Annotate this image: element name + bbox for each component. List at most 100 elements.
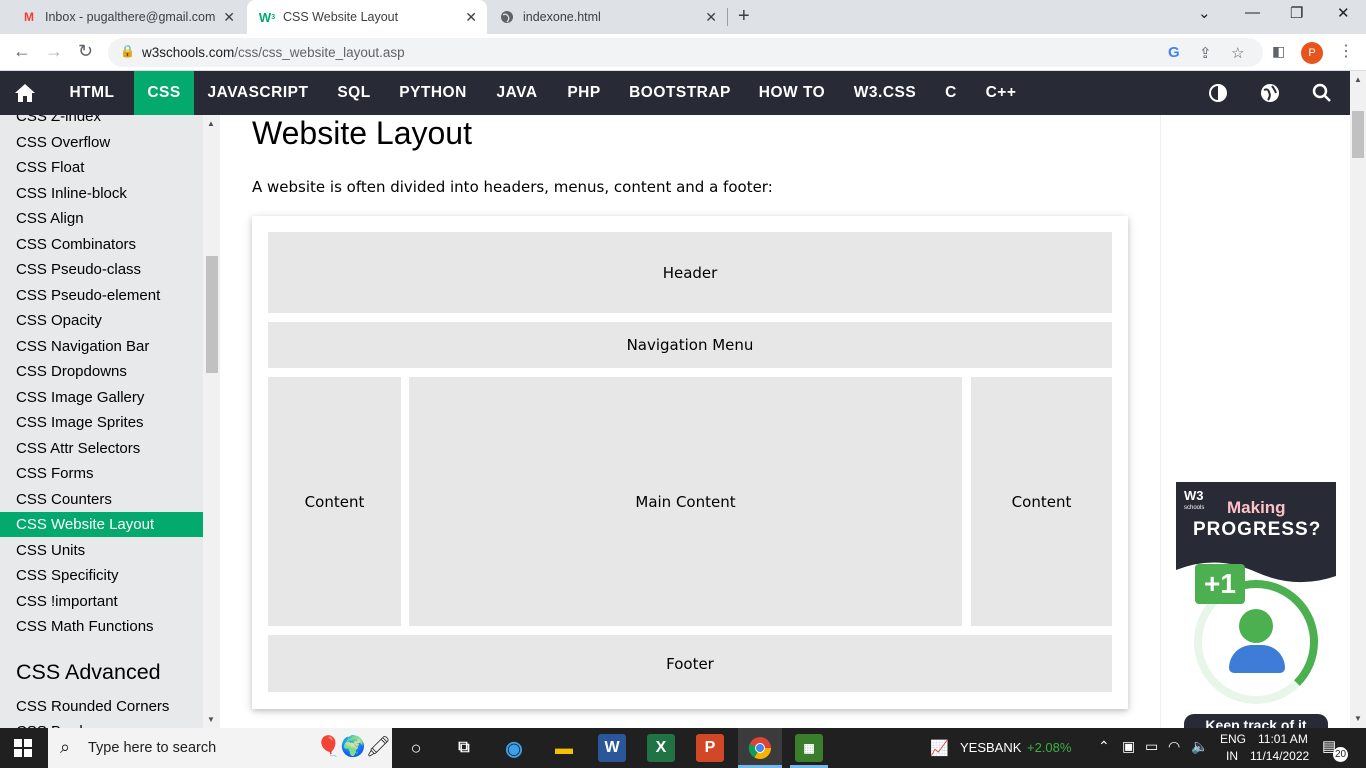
ad-cta[interactable]: Keep track of it [1184,714,1328,728]
minimize-icon[interactable]: — [1245,4,1260,21]
clock-date[interactable]: 11/14/2022 [1250,749,1309,763]
search-icon[interactable] [1312,83,1332,108]
sidebar-item-counters[interactable]: CSS Counters [0,487,203,512]
sidebar-item-align[interactable]: CSS Align [0,206,203,231]
dark-mode-icon[interactable] [1208,83,1228,108]
browser-toolbar: ← → ↻ 🔒 w3schools.com/css/css_website_la… [0,34,1366,71]
nav-c[interactable]: C [934,71,968,115]
sidebar-item-rounded-corners[interactable]: CSS Rounded Corners [0,694,203,719]
tab-title: Inbox - pugalthere@gmail.com - [45,10,217,24]
nav-w3css[interactable]: W3.CSS [842,71,928,115]
demo-footer: Footer [268,635,1112,692]
wifi-icon[interactable]: ◠ [1168,738,1180,755]
meet-now-icon[interactable]: ▣ [1122,738,1135,755]
sidebar-item-image-gallery[interactable]: CSS Image Gallery [0,385,203,410]
sidebar-item-inline-block[interactable]: CSS Inline-block [0,181,203,206]
chrome-icon[interactable] [746,734,774,762]
new-tab-plus-icon[interactable]: + [738,5,750,28]
ad-logo-subtext: schools [1184,505,1205,511]
nav-how-to[interactable]: HOW TO [748,71,836,115]
sidebar-item-navigation-bar[interactable]: CSS Navigation Bar [0,334,203,359]
restore-icon[interactable]: ❐ [1290,4,1303,22]
google-translate-icon[interactable]: G [1168,44,1180,61]
nav-php[interactable]: PHP [556,71,612,115]
taskbar-search-box[interactable]: ⌕ Type here to search 🎈🌍🖍 [48,728,392,768]
nav-html[interactable]: HTML [54,71,130,115]
nav-sql[interactable]: SQL [326,71,382,115]
file-explorer-icon[interactable]: ▬ [550,734,578,762]
tab-gmail[interactable]: M Inbox - pugalthere@gmail.com - ✕ [0,0,245,34]
page-title: Website Layout [252,115,472,151]
tab-css-website-layout[interactable]: W3 CSS Website Layout ✕ [247,0,487,34]
region-indicator[interactable]: IN [1226,749,1238,763]
tab-search-chevron-icon[interactable]: ⌄ [1198,4,1211,22]
tab-indexone[interactable]: indexone.html ✕ [487,0,727,34]
sidebar-item-overflow[interactable]: CSS Overflow [0,130,203,155]
scroll-down-arrow-icon[interactable]: ▼ [1354,714,1362,723]
nav-java[interactable]: JAVA [484,71,550,115]
page-scrollbar[interactable]: ▲ ▼ [1350,71,1366,728]
powerpoint-icon[interactable]: P [696,734,724,762]
stock-name[interactable]: YESBANK [960,740,1021,755]
nav-bootstrap[interactable]: BOOTSTRAP [618,71,742,115]
sidebar-item-important[interactable]: CSS !important [0,589,203,614]
sidebar-item-opacity[interactable]: CSS Opacity [0,308,203,333]
profile-avatar[interactable]: P [1301,42,1323,64]
menu-kebab-icon[interactable]: ⋮ [1338,41,1354,61]
globe-icon[interactable] [1260,83,1280,108]
sidebar-item-combinators[interactable]: CSS Combinators [0,232,203,257]
nav-cpp[interactable]: C++ [974,71,1028,115]
nav-css[interactable]: CSS [134,71,194,115]
sidebar-item-forms[interactable]: CSS Forms [0,461,203,486]
window-close-icon[interactable]: ✕ [1337,4,1350,22]
close-tab-icon[interactable]: ✕ [465,9,477,26]
tray-chevron-up-icon[interactable]: ⌃ [1098,738,1110,755]
clock-time[interactable]: 11:01 AM [1258,732,1308,746]
scroll-down-arrow-icon[interactable]: ▼ [207,715,215,724]
back-arrow-icon[interactable]: ← [13,41,31,62]
sidebar-item-specificity[interactable]: CSS Specificity [0,563,203,588]
sidebar-item-pseudo-class[interactable]: CSS Pseudo-class [0,257,203,282]
close-tab-icon[interactable]: ✕ [223,9,235,26]
home-icon[interactable] [14,83,36,108]
nav-python[interactable]: PYTHON [388,71,478,115]
taskbar-search-placeholder: Type here to search [88,740,217,756]
spreadsheet-app-icon[interactable]: ▦ [795,734,823,762]
address-bar[interactable]: 🔒 w3schools.com/css/css_website_layout.a… [108,38,1263,67]
excel-icon[interactable]: X [647,734,675,762]
page-scroll-thumb[interactable] [1352,111,1364,158]
sidebar-item-dropdowns[interactable]: CSS Dropdowns [0,359,203,384]
share-icon[interactable]: ⇪ [1199,44,1212,62]
sidebar-scroll-thumb[interactable] [206,256,218,373]
reload-icon[interactable]: ↻ [78,41,93,62]
cortana-icon[interactable]: ○ [402,734,430,762]
sidebar-item-attr-selectors[interactable]: CSS Attr Selectors [0,436,203,461]
sidebar-item-image-sprites[interactable]: CSS Image Sprites [0,410,203,435]
edge-icon[interactable]: ◉ [500,734,528,762]
windows-start-icon[interactable] [14,739,32,757]
tab-title: CSS Website Layout [283,10,399,24]
task-view-icon[interactable]: ⧉ [450,734,478,762]
sidebar-item-z-index[interactable]: CSS Z-index [0,115,203,129]
progress-ad-banner[interactable]: W3 schools Making PROGRESS? +1 Keep track… [1176,482,1336,728]
forward-arrow-icon[interactable]: → [45,41,63,62]
sidebar-item-math-functions[interactable]: CSS Math Functions [0,614,203,639]
language-indicator[interactable]: ENG [1220,732,1246,746]
sidebar-item-units[interactable]: CSS Units [0,538,203,563]
nav-javascript[interactable]: JAVASCRIPT [196,71,320,115]
sidebar-item-borders[interactable]: CSS Borders [0,719,203,728]
volume-icon[interactable]: 🔈 [1191,738,1208,755]
bookmark-star-icon[interactable]: ☆ [1231,44,1244,62]
close-tab-icon[interactable]: ✕ [705,9,717,26]
w3schools-logo-icon: W3 schools [1184,488,1204,518]
browser-tab-strip: M Inbox - pugalthere@gmail.com - ✕ W3 CS… [0,0,1366,34]
side-panel-icon[interactable]: ◧ [1272,43,1285,60]
sidebar-item-pseudo-element[interactable]: CSS Pseudo-element [0,283,203,308]
scroll-up-arrow-icon[interactable]: ▲ [207,119,215,128]
sidebar-item-website-layout[interactable]: CSS Website Layout [0,512,203,537]
scroll-up-arrow-icon[interactable]: ▲ [1354,75,1362,84]
sidebar-scrollbar[interactable]: ▲ ▼ [203,115,220,728]
battery-icon[interactable]: ▭ [1145,738,1158,755]
sidebar-item-float[interactable]: CSS Float [0,155,203,180]
word-icon[interactable]: W [598,734,626,762]
